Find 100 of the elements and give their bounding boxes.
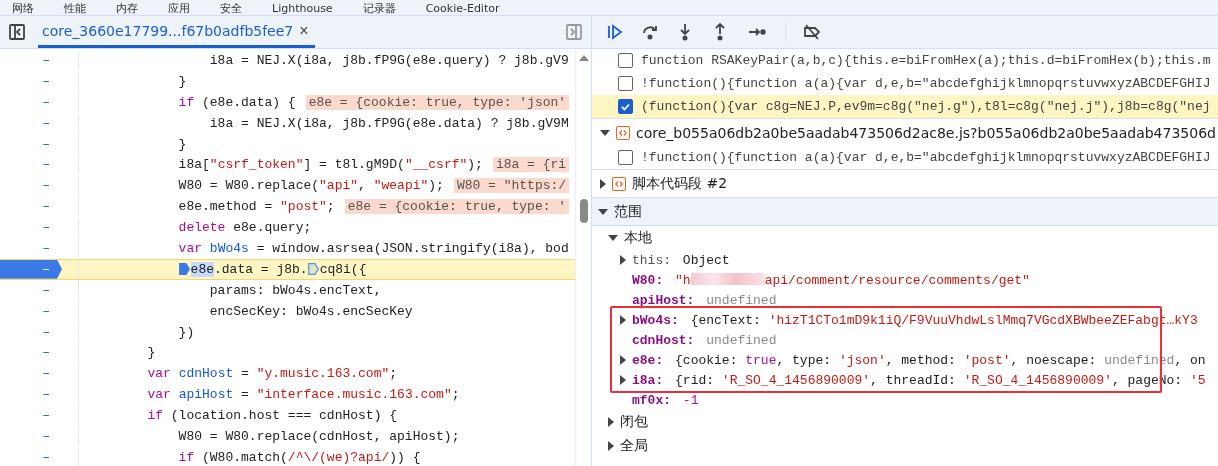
variable-name: e8e: — [632, 352, 664, 368]
variable-name: i8a: — [632, 372, 664, 388]
expand-caret-icon[interactable] — [620, 255, 626, 265]
breakpoint-code: (function(){var c8g=NEJ.P,ev9m=c8g("nej.g"),t8l=c8g("nej.j"),j8b=c8g("nej — [641, 99, 1211, 114]
variable-name: this: — [632, 252, 671, 268]
sidebar-toggle-icon[interactable] — [565, 23, 583, 41]
line-gutter-mark[interactable]: – — [0, 301, 62, 321]
inline-value: e8e = {cookie: true, type: ' — [344, 199, 570, 215]
breakpoint-code: !function(){function a(a){var d,e,b="abcdefghijklmnopqrstuvwxyzABCDEFGHIJ — [641, 150, 1211, 165]
breakpoint-checkbox[interactable] — [618, 53, 633, 68]
code-line: if (location.host === cdnHost) { — [78, 406, 398, 426]
variable-value: "h api/comment/resource/comments/get" — [674, 272, 1030, 288]
variable-name: apiHost: — [632, 292, 695, 308]
script-file-icon — [612, 176, 626, 191]
deactivate-breakpoints-button[interactable] — [803, 23, 821, 41]
code-line: i8a = NEJ.X(i8a, j8b.fP9G(e8e.data) ? j8b.gV9M — [78, 113, 569, 133]
panel-right-icon — [565, 23, 583, 41]
line-gutter-mark[interactable]: – — [0, 280, 62, 300]
expand-caret-icon[interactable] — [608, 417, 614, 427]
code-line: encSecKey: bWo4s.encSecKey — [78, 301, 413, 321]
line-gutter-mark[interactable]: – — [0, 71, 62, 91]
panel-tab[interactable]: 内存 — [116, 2, 138, 15]
variable-value: undefined — [705, 292, 777, 308]
line-gutter-mark[interactable]: – — [0, 134, 62, 154]
code-line: e8e.method = "post"; — [78, 197, 335, 217]
breakpoint-marker-icon[interactable] — [307, 263, 319, 276]
line-gutter-mark[interactable]: – — [0, 343, 62, 363]
expand-caret-icon[interactable] — [620, 315, 626, 325]
section-header[interactable]: 范围 — [592, 197, 1218, 226]
line-gutter-mark[interactable]: – — [0, 113, 62, 133]
code-line: e8e.data = j8b. cq8i({ — [78, 259, 367, 279]
script-file-icon — [616, 125, 630, 140]
check-icon — [621, 102, 630, 111]
line-gutter-mark[interactable]: – — [0, 218, 62, 238]
resume-icon — [606, 23, 624, 41]
expand-caret-icon[interactable] — [608, 235, 618, 241]
code-line: }) — [78, 322, 195, 342]
code-line: var cdnHost = "y.music.163.com"; — [78, 364, 398, 384]
line-gutter-mark[interactable]: – — [0, 50, 62, 70]
variable-name: mf0x: — [632, 392, 671, 408]
inline-value: W80 = "https:/ — [453, 178, 570, 194]
step-over-icon — [641, 23, 659, 41]
panel-tab[interactable]: 安全 — [220, 2, 242, 15]
line-gutter-mark[interactable]: – — [0, 385, 62, 405]
code-line: if (W80.match(/^\/(we)?api/)) { — [78, 447, 421, 466]
code-line: i8a = NEJ.X(i8a, j8b.fP9G(e8e.query) ? j8b.gV9 — [78, 51, 569, 70]
panel-tab[interactable]: Lighthouse — [272, 2, 333, 15]
expand-caret-icon[interactable] — [598, 208, 608, 215]
file-tab-label: core_3660e17799...f67b0adfb5fee7 — [42, 22, 294, 39]
expand-caret-icon[interactable] — [600, 178, 606, 189]
expand-caret-icon[interactable] — [608, 441, 614, 451]
code-line: W80 = W80.replace(cdnHost, apiHost); — [78, 427, 460, 446]
sidebar-toggle-icon[interactable] — [8, 23, 26, 41]
code-line: i8a["csrf_token"] = t8l.gM9D("__csrf"); — [78, 155, 483, 175]
expand-caret-icon[interactable] — [600, 129, 610, 136]
scope-name[interactable]: 闭包 — [620, 413, 648, 431]
section-title: 范围 — [614, 202, 642, 221]
breakpoint-off-icon — [803, 23, 821, 41]
scope-name[interactable]: 本地 — [624, 229, 652, 247]
line-gutter-mark[interactable]: – — [0, 197, 62, 217]
code-line: } — [78, 71, 187, 91]
code-line: params: bWo4s.encText, — [78, 280, 382, 300]
code-line: W80 = W80.replace("api", "weapi"); — [78, 176, 444, 196]
line-gutter-mark[interactable]: – — [0, 447, 62, 466]
code-line: delete e8e.query; — [78, 218, 312, 237]
variable-name: bWo4s: — [632, 312, 679, 328]
panel-left-icon — [8, 23, 26, 41]
code-line: } — [78, 343, 156, 363]
resume-button[interactable] — [606, 23, 624, 41]
code-line: var apiHost = "interface.music.163.com"; — [78, 385, 460, 405]
variable-name: W80: — [632, 272, 664, 288]
breakpoint-checkbox[interactable] — [618, 150, 633, 165]
line-gutter-mark[interactable]: – — [0, 176, 62, 196]
inline-value: e8e = {cookie: true, type: 'json' — [305, 94, 570, 110]
line-gutter-mark[interactable]: – — [0, 406, 62, 426]
scope-name[interactable]: 全局 — [620, 437, 648, 455]
panel-tab[interactable]: 记录器 — [362, 2, 396, 15]
step-over-button[interactable] — [641, 23, 659, 41]
variable-value: undefined — [705, 332, 777, 348]
close-button[interactable]: × — [297, 21, 311, 40]
panel-tab[interactable]: 性能 — [64, 2, 86, 15]
panel-tab[interactable]: 网络 — [12, 2, 34, 15]
line-gutter-mark[interactable]: – — [0, 364, 62, 384]
line-gutter-mark[interactable]: – — [0, 322, 62, 342]
line-gutter-mark[interactable]: – — [0, 92, 62, 112]
panel-tab[interactable]: 应用 — [168, 2, 190, 15]
variable-value: Object — [681, 252, 730, 268]
breakpoint-checkbox[interactable] — [618, 99, 633, 114]
panel-tab[interactable]: Cookie-Editor — [425, 2, 500, 15]
line-gutter-mark[interactable]: – — [0, 155, 62, 175]
line-gutter-mark[interactable]: – — [0, 259, 62, 279]
variable-name: cdnHost: — [632, 332, 695, 348]
file-name: core_b055a06db2a0be5aadab473506d2ac8e.js?b055a06db2a0be5aadab473506d — [636, 124, 1216, 141]
code-line: } — [78, 134, 187, 154]
code-line: var bWo4s = window.asrsea(JSON.stringify(i8a), bod — [78, 239, 569, 258]
line-gutter-mark[interactable]: – — [0, 427, 62, 446]
breakpoint-checkbox[interactable] — [618, 76, 633, 91]
inline-value: i8a = {ri — [492, 157, 570, 173]
breakpoint-code: !function(){function a(a){var d,e,b="abcdefghijklmnopqrstuvwxyzABCDEFGHIJ — [641, 76, 1211, 91]
line-gutter-mark[interactable]: – — [0, 238, 62, 258]
